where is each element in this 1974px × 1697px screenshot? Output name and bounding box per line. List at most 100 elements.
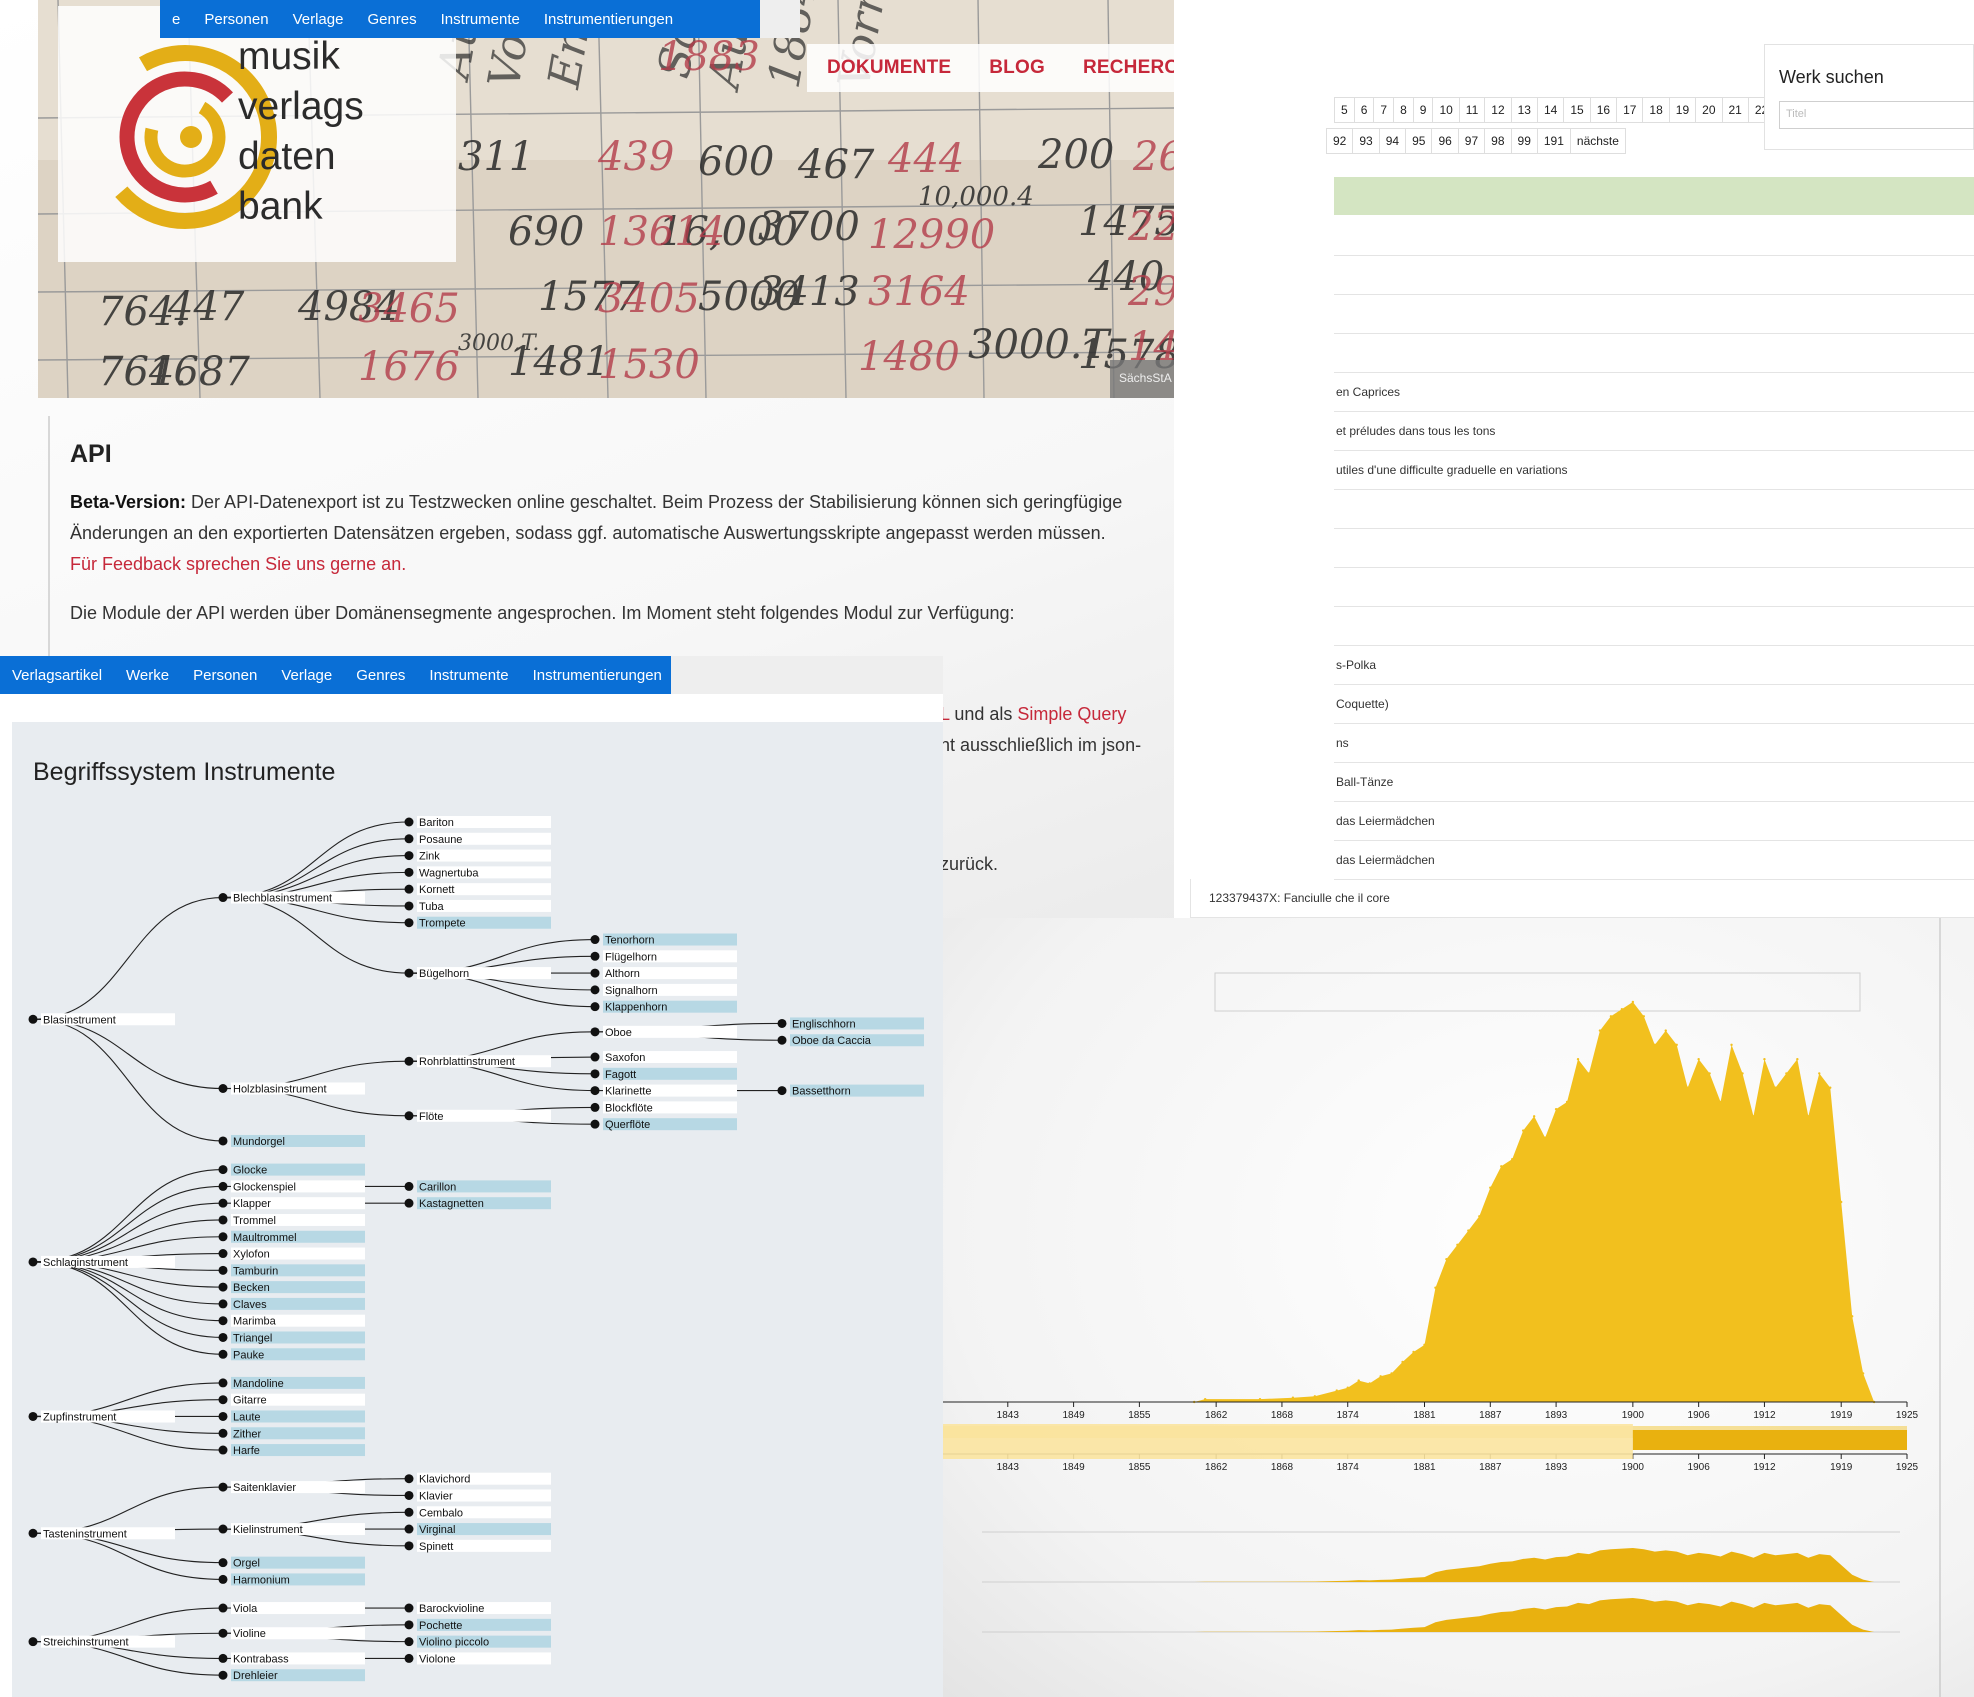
page-link[interactable]: 12 <box>1484 97 1512 123</box>
tree-node-dot[interactable] <box>28 1014 38 1024</box>
tree-node-dot[interactable] <box>404 1056 414 1066</box>
tree-node-dot[interactable] <box>218 1215 228 1225</box>
tree-node-label[interactable]: Zupfinstrument <box>43 1411 116 1423</box>
page-link[interactable]: 16 <box>1589 97 1618 123</box>
tree-node-dot[interactable] <box>404 1653 414 1663</box>
tree-node-label[interactable]: Kornett <box>419 884 454 896</box>
page-link[interactable]: 8 <box>1393 97 1414 123</box>
tree-node-label[interactable]: Blockflöte <box>605 1102 653 1114</box>
tree-node-label[interactable]: Mandoline <box>233 1378 284 1390</box>
tree-node-label[interactable]: Flöte <box>419 1111 443 1123</box>
result-row[interactable]: Ball-Tänze <box>1334 763 1974 802</box>
nav-item-personen[interactable]: Personen <box>181 667 269 684</box>
tree-node-label[interactable]: Drehleier <box>233 1670 278 1682</box>
tree-node-label[interactable]: Marimba <box>233 1316 277 1328</box>
page-link[interactable]: 98 <box>1484 128 1512 154</box>
tree-node-dot[interactable] <box>404 1490 414 1500</box>
tree-node-dot[interactable] <box>404 918 414 928</box>
tree-node-label[interactable]: Signalhorn <box>605 985 658 997</box>
tree-node-dot[interactable] <box>218 1316 228 1326</box>
tree-node-dot[interactable] <box>218 1181 228 1191</box>
tree-node-dot[interactable] <box>404 817 414 827</box>
tree-node-dot[interactable] <box>218 1482 228 1492</box>
result-row[interactable] <box>1334 334 1974 373</box>
tree-node-label[interactable]: Carillon <box>419 1181 456 1193</box>
tree-node-label[interactable]: Streichinstrument <box>43 1637 129 1649</box>
tree-node-label[interactable]: Pochette <box>419 1620 462 1632</box>
tree-node-dot[interactable] <box>218 1445 228 1455</box>
result-row[interactable]: s-Polka <box>1334 646 1974 685</box>
nav-item-werke[interactable]: Werke <box>114 667 181 684</box>
tree-node-label[interactable]: Blasinstrument <box>43 1014 116 1026</box>
tree-node-dot[interactable] <box>28 1637 38 1647</box>
tree-node-label[interactable]: Zink <box>419 851 440 863</box>
tree-node-dot[interactable] <box>404 867 414 877</box>
tree-node-label[interactable]: Flügelhorn <box>605 951 657 963</box>
tree-node-label[interactable]: Becken <box>233 1282 270 1294</box>
tree-node-dot[interactable] <box>28 1528 38 1538</box>
tree-node-label[interactable]: Virginal <box>419 1524 456 1536</box>
tree-node-dot[interactable] <box>218 1232 228 1242</box>
page-link[interactable]: 93 <box>1352 128 1380 154</box>
tree-node-dot[interactable] <box>218 1249 228 1259</box>
tree-node-label[interactable]: Glocke <box>233 1165 267 1177</box>
tree-node-dot[interactable] <box>590 1027 600 1037</box>
tree-node-dot[interactable] <box>218 1378 228 1388</box>
tree-node-dot[interactable] <box>218 1299 228 1309</box>
page-link[interactable]: 99 <box>1510 128 1538 154</box>
tree-node-label[interactable]: Maultrommel <box>233 1232 297 1244</box>
tree-node-label[interactable]: Oboe da Caccia <box>792 1035 872 1047</box>
tree-node-dot[interactable] <box>590 968 600 978</box>
page-link[interactable]: 10 <box>1432 97 1460 123</box>
page-link[interactable]: 13 <box>1510 97 1538 123</box>
tree-node-dot[interactable] <box>218 1558 228 1568</box>
tree-node-dot[interactable] <box>590 951 600 961</box>
nav-item-verlage[interactable]: Verlage <box>269 667 344 684</box>
page-link[interactable]: 11 <box>1458 97 1486 123</box>
tree-node-dot[interactable] <box>28 1257 38 1267</box>
tree-node-dot[interactable] <box>590 985 600 995</box>
tree-node-dot[interactable] <box>218 1574 228 1584</box>
tree-node-dot[interactable] <box>404 968 414 978</box>
tree-node-label[interactable]: Bassetthorn <box>792 1086 851 1098</box>
tree-node-dot[interactable] <box>218 1653 228 1663</box>
tree-node-dot[interactable] <box>777 1018 787 1028</box>
result-row[interactable] <box>1334 607 1974 646</box>
tree-node-label[interactable]: Englischhorn <box>792 1018 856 1030</box>
result-row[interactable] <box>1334 295 1974 334</box>
tree-node-label[interactable]: Saxofon <box>605 1052 645 1064</box>
tree-node-label[interactable]: Zither <box>233 1428 261 1440</box>
tree-node-label[interactable]: Gitarre <box>233 1395 267 1407</box>
tree-node-label[interactable]: Klapper <box>233 1198 271 1210</box>
tree-node-label[interactable]: Schlaginstrument <box>43 1257 128 1269</box>
tree-node-dot[interactable] <box>404 901 414 911</box>
result-row[interactable] <box>1334 256 1974 295</box>
tree-node-label[interactable]: Violine <box>233 1628 266 1640</box>
nav-item-werke[interactable]: e <box>160 11 192 28</box>
tree-node-label[interactable]: Pauke <box>233 1349 264 1361</box>
tree-node-label[interactable]: Fagott <box>605 1069 636 1081</box>
tree-node-label[interactable]: Glockenspiel <box>233 1181 296 1193</box>
tree-node-dot[interactable] <box>218 1395 228 1405</box>
tree-node-dot[interactable] <box>218 1628 228 1638</box>
result-row[interactable] <box>1334 490 1974 529</box>
nav-item-instrumente[interactable]: Instrumente <box>417 667 520 684</box>
tree-node-label[interactable]: Klappenhorn <box>605 1002 667 1014</box>
tree-node-dot[interactable] <box>218 1165 228 1175</box>
nav-item-instrumentierungen[interactable]: Instrumentierungen <box>521 667 674 684</box>
highlighted-result-row[interactable] <box>1334 177 1974 215</box>
result-row[interactable]: en Caprices <box>1334 373 1974 412</box>
tree-node-label[interactable]: Mundorgel <box>233 1136 285 1148</box>
title-search-input[interactable]: Titel <box>1779 101 1974 129</box>
result-row[interactable]: et préludes dans tous les tons <box>1334 412 1974 451</box>
result-row[interactable]: ns <box>1334 724 1974 763</box>
tree-node-dot[interactable] <box>218 1411 228 1421</box>
page-link[interactable]: 5 <box>1334 97 1355 123</box>
logo-panel[interactable]: musik verlags daten bank <box>58 6 456 262</box>
tree-node-label[interactable]: Laute <box>233 1411 261 1423</box>
tree-node-dot[interactable] <box>590 1119 600 1129</box>
tree-node-dot[interactable] <box>404 1474 414 1484</box>
tree-node-label[interactable]: Althorn <box>605 968 640 980</box>
tree-node-label[interactable]: Posaune <box>419 834 462 846</box>
tree-node-label[interactable]: Xylofon <box>233 1249 270 1261</box>
